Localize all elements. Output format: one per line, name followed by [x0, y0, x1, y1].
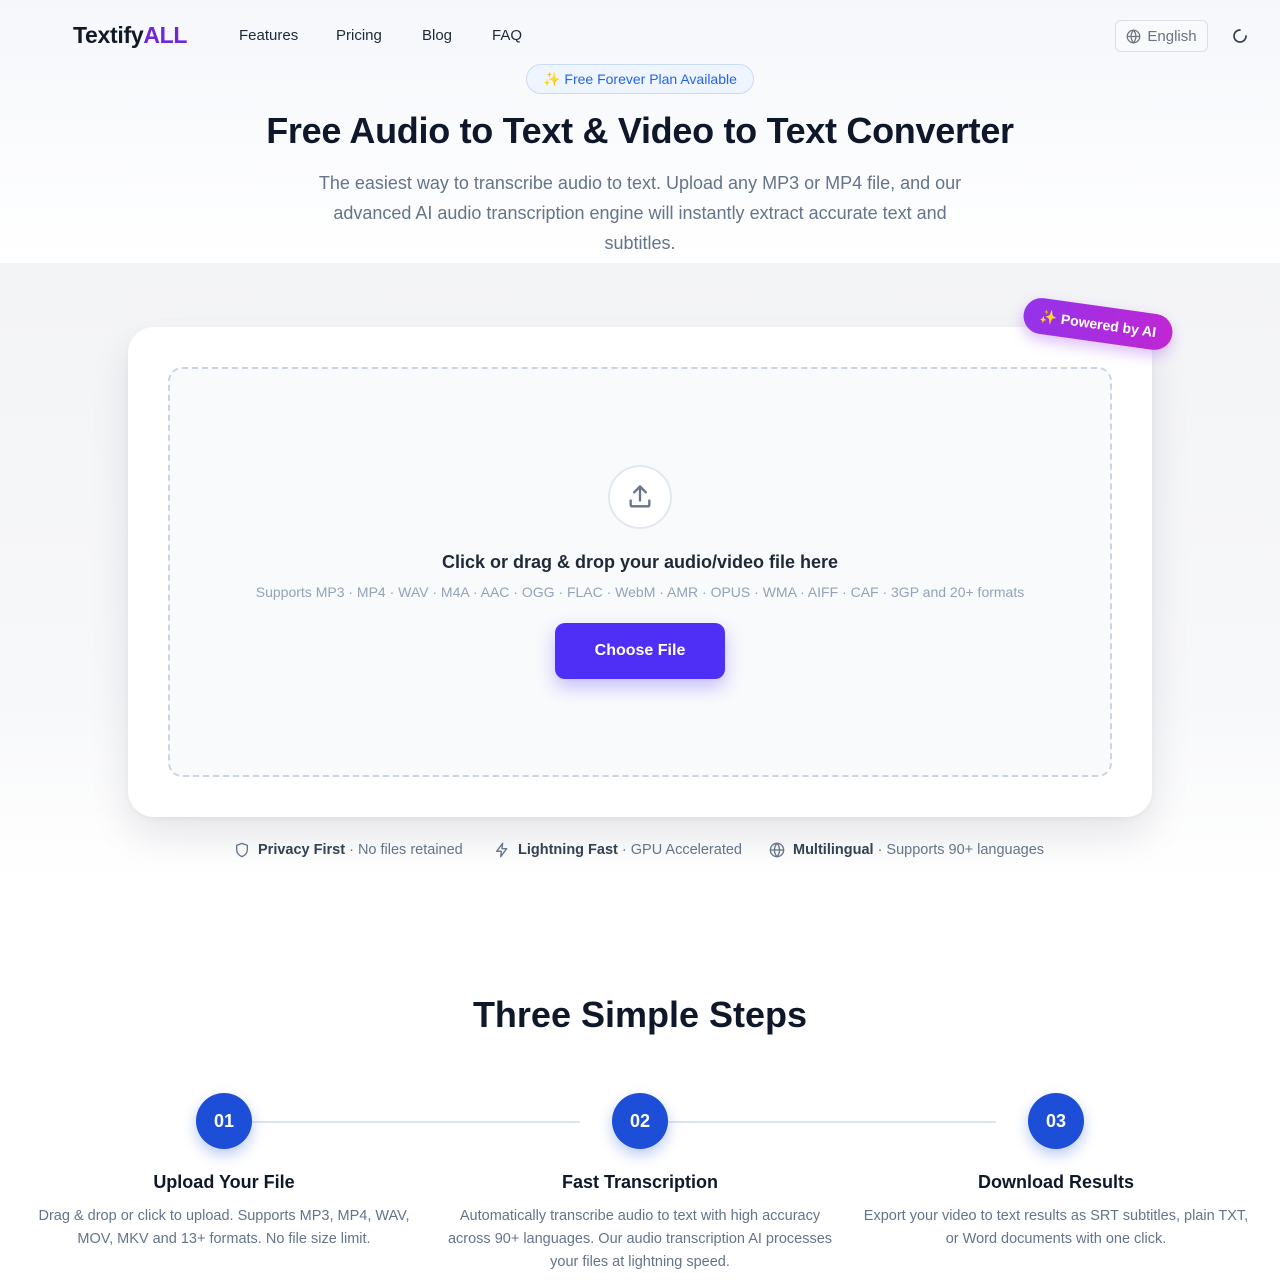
language-label: English: [1147, 27, 1197, 45]
nav-link-faq[interactable]: FAQ: [492, 27, 522, 44]
shield-icon: [236, 842, 248, 858]
dropzone-title: Click or drag & drop your audio/video fi…: [441, 552, 839, 572]
supported-formats: Supports MP3 · MP4 · WAV · M4A · AAC · O…: [255, 584, 1025, 600]
feature-privacy-title: Privacy First: [258, 842, 346, 858]
step-title: Download Results: [977, 1172, 1134, 1192]
step-description: Export your video to text results as SRT…: [863, 1208, 1249, 1247]
nav-link-pricing[interactable]: Pricing: [336, 27, 382, 44]
hero-subtitle: The easiest way to transcribe audio to t…: [318, 173, 962, 253]
language-selector[interactable]: English: [1115, 20, 1208, 52]
globe-icon: [769, 842, 785, 858]
step-description: Drag & drop or click to upload. Supports…: [38, 1208, 410, 1247]
page-title: Free Audio to Text & Video to Text Conve…: [266, 110, 1014, 151]
choose-file-button[interactable]: Choose File: [555, 623, 725, 679]
step-number: 02: [612, 1093, 668, 1149]
step-title: Fast Transcription: [561, 1172, 719, 1192]
upload-icon-circle: [608, 465, 672, 529]
logo[interactable]: TextifyALL: [73, 22, 187, 49]
nav-link-blog[interactable]: Blog: [422, 27, 452, 44]
nav-link-features[interactable]: Features: [239, 27, 298, 44]
steps-title: Three Simple Steps: [472, 994, 808, 1035]
step-connector-line: [252, 1121, 580, 1123]
feature-speed-title: Lightning Fast: [518, 842, 618, 858]
feature-speed: Lightning Fast · GPU Accelerated: [494, 842, 742, 858]
feature-speed-text: · GPU Accelerated: [621, 842, 742, 858]
step-title: Upload Your File: [153, 1172, 295, 1192]
feature-multilingual-title: Multilingual: [793, 842, 874, 858]
loading-spinner-icon: [1233, 29, 1247, 43]
free-plan-badge: ✨ Free Forever Plan Available: [526, 64, 754, 94]
logo-main: Textify: [73, 22, 144, 48]
globe-icon: [1127, 28, 1141, 44]
feature-multilingual-text: · Supports 90+ languages: [877, 842, 1045, 858]
step-connector-line: [668, 1121, 996, 1123]
upload-icon: [629, 485, 651, 508]
feature-multilingual: Multilingual · Supports 90+ languages: [769, 842, 1044, 858]
step-number: 03: [1028, 1093, 1084, 1149]
lightning-icon: [496, 842, 508, 858]
feature-privacy: Privacy First · No files retained: [234, 842, 463, 858]
logo-accent: ALL: [143, 22, 188, 48]
step-number: 01: [196, 1093, 252, 1149]
step-description: Automatically transcribe audio to text w…: [447, 1208, 833, 1270]
feature-privacy-text: · No files retained: [349, 842, 463, 858]
